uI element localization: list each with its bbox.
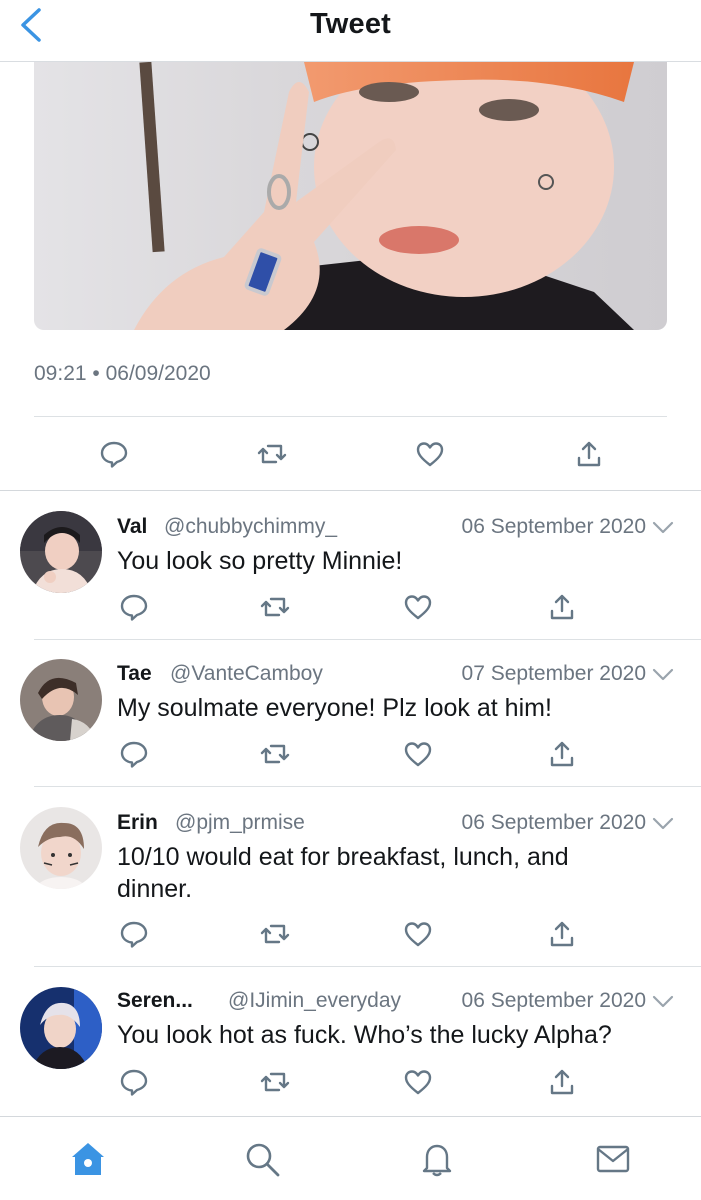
retweet-button[interactable] — [255, 437, 289, 471]
retweet-icon — [260, 744, 290, 764]
reply-author-name[interactable]: Tae — [117, 662, 152, 686]
tab-home[interactable] — [68, 1139, 108, 1179]
reply-button[interactable] — [117, 1065, 151, 1099]
share-button[interactable] — [545, 917, 579, 951]
divider — [34, 416, 667, 417]
reply-author-handle[interactable]: @IJimin_everyday — [228, 989, 401, 1013]
reply-text: My soulmate everyone! Plz look at him! — [117, 694, 552, 722]
retweet-button[interactable] — [258, 737, 292, 771]
home-icon — [72, 1143, 104, 1175]
tweet-actions — [0, 437, 701, 471]
chevron-down-icon[interactable] — [652, 521, 674, 535]
reply-text: You look so pretty Minnie! — [117, 547, 403, 575]
reply-item[interactable]: Val @chubbychimmy_ 06 September 2020 You… — [0, 491, 701, 639]
comment-icon — [120, 594, 148, 621]
reply-author-name[interactable]: Seren... — [117, 989, 193, 1013]
heart-icon — [416, 442, 444, 467]
reply-button[interactable] — [97, 437, 131, 471]
share-button[interactable] — [545, 1065, 579, 1099]
heart-icon — [404, 1070, 432, 1095]
share-icon — [550, 1069, 574, 1095]
tweet-time: 09:21 — [34, 362, 87, 385]
reply-text: You look hot as fuck. Who’s the lucky Al… — [117, 1021, 612, 1049]
share-button[interactable] — [545, 590, 579, 624]
retweet-button[interactable] — [258, 590, 292, 624]
avatar[interactable] — [20, 807, 102, 889]
reply-actions — [0, 917, 701, 951]
reply-date: 06 September 2020 — [461, 811, 646, 834]
tab-notifications[interactable] — [417, 1139, 457, 1179]
comment-icon — [120, 1069, 148, 1096]
like-button[interactable] — [413, 437, 447, 471]
retweet-icon — [260, 597, 290, 617]
share-icon — [550, 921, 574, 947]
share-button[interactable] — [545, 737, 579, 771]
avatar[interactable] — [20, 659, 102, 741]
heart-icon — [404, 595, 432, 620]
avatar[interactable] — [20, 987, 102, 1069]
top-bar: Tweet — [0, 0, 701, 62]
reply-text: 10/10 would eat for breakfast, lunch, an… — [117, 843, 569, 903]
tab-messages[interactable] — [593, 1139, 633, 1179]
reply-author-name[interactable]: Val — [117, 515, 147, 539]
reply-date: 06 September 2020 — [461, 515, 646, 538]
share-icon — [550, 594, 574, 620]
reply-author-handle[interactable]: @VanteCamboy — [170, 662, 323, 686]
comment-icon — [120, 921, 148, 948]
chevron-down-icon[interactable] — [652, 668, 674, 682]
reply-author-name[interactable]: Erin — [117, 811, 158, 835]
reply-author-handle[interactable]: @pjm_prmise — [175, 811, 305, 835]
bottom-tab-bar — [0, 1116, 701, 1200]
chevron-down-icon[interactable] — [652, 817, 674, 831]
tweet-date: 06/09/2020 — [105, 362, 211, 385]
envelope-icon — [596, 1145, 630, 1173]
search-icon — [246, 1143, 280, 1177]
like-button[interactable] — [401, 590, 435, 624]
like-button[interactable] — [401, 1065, 435, 1099]
retweet-icon — [260, 924, 290, 944]
comment-icon — [120, 741, 148, 768]
reply-date: 06 September 2020 — [461, 989, 646, 1012]
comment-icon — [100, 441, 128, 468]
retweet-icon — [260, 1072, 290, 1092]
like-button[interactable] — [401, 737, 435, 771]
tweet-photo[interactable] — [34, 62, 667, 330]
reply-date: 07 September 2020 — [461, 662, 646, 685]
reply-button[interactable] — [117, 590, 151, 624]
share-icon — [577, 441, 601, 467]
retweet-button[interactable] — [258, 917, 292, 951]
share-icon — [550, 741, 574, 767]
bell-icon — [422, 1144, 452, 1177]
reply-button[interactable] — [117, 737, 151, 771]
reply-actions — [0, 1065, 701, 1099]
page-title: Tweet — [309, 8, 392, 40]
separator-dot: • — [92, 362, 100, 385]
share-button[interactable] — [572, 437, 606, 471]
like-button[interactable] — [401, 917, 435, 951]
reply-item[interactable]: Tae @VanteCamboy 07 September 2020 My so… — [0, 640, 701, 786]
retweet-button[interactable] — [258, 1065, 292, 1099]
tab-search[interactable] — [242, 1139, 282, 1179]
reply-button[interactable] — [117, 917, 151, 951]
heart-icon — [404, 922, 432, 947]
reply-actions — [0, 590, 701, 624]
retweet-icon — [257, 444, 287, 464]
reply-item[interactable]: Erin @pjm_prmise 06 September 2020 10/10… — [0, 787, 701, 966]
heart-icon — [404, 742, 432, 767]
reply-actions — [0, 737, 701, 771]
avatar[interactable] — [20, 511, 102, 593]
chevron-down-icon[interactable] — [652, 995, 674, 1009]
reply-item[interactable]: Seren... @IJimin_everyday 06 September 2… — [0, 967, 701, 1115]
reply-author-handle[interactable]: @chubbychimmy_ — [164, 515, 337, 539]
tweet-timestamp: 09:21 • 06/09/2020 — [34, 362, 211, 386]
